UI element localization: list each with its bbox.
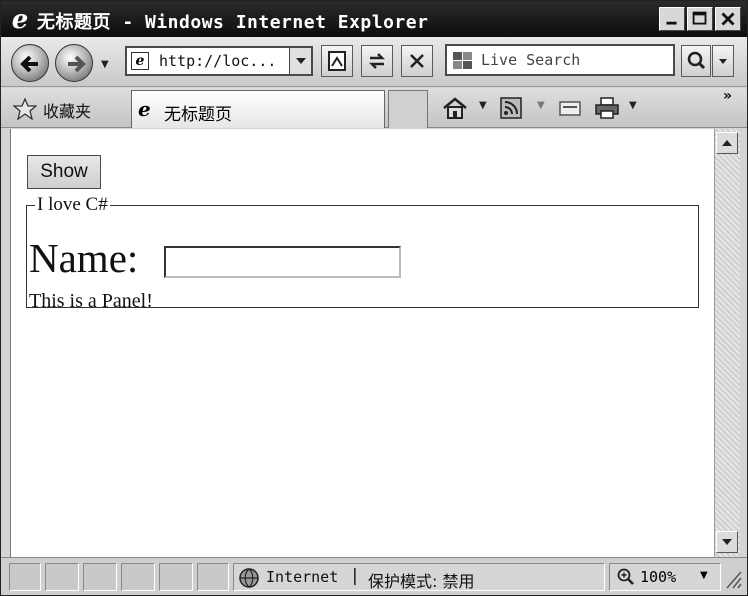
- address-dropdown-button[interactable]: [289, 48, 311, 74]
- status-separator: |: [352, 566, 358, 586]
- minimize-icon: [666, 21, 677, 25]
- print-dropdown-icon[interactable]: ▼: [629, 100, 637, 111]
- vertical-scrollbar[interactable]: [714, 129, 740, 557]
- mail-icon[interactable]: [557, 96, 583, 120]
- resize-grip-icon[interactable]: [723, 568, 743, 590]
- rss-feed-icon[interactable]: [499, 96, 523, 120]
- stop-icon: [410, 54, 424, 68]
- protected-mode-status: 保护模式: 禁用: [368, 572, 475, 591]
- refresh-button[interactable]: [361, 45, 393, 77]
- search-placeholder: Live Search: [481, 51, 581, 69]
- panel-legend: I love C#: [37, 194, 108, 215]
- address-url: http://loc...: [159, 52, 277, 70]
- page-favicon-icon: e: [131, 52, 149, 70]
- home-icon[interactable]: [441, 96, 469, 120]
- ie-logo-icon: e: [11, 5, 29, 35]
- tab-untitled-page[interactable]: e 无标题页: [131, 90, 385, 128]
- panel-groupbox: I love C# Name: This is a Panel!: [26, 194, 699, 312]
- status-cell: [45, 563, 79, 591]
- print-icon[interactable]: [593, 96, 621, 120]
- close-icon: [721, 12, 735, 26]
- status-bar: Internet | 保护模式: 禁用 100% ▼: [1, 557, 747, 595]
- name-input[interactable]: [164, 246, 401, 278]
- search-button[interactable]: [681, 45, 711, 77]
- zoom-control[interactable]: 100% ▼: [609, 563, 721, 591]
- forward-button[interactable]: [55, 44, 93, 82]
- chevron-down-icon: [719, 59, 727, 64]
- status-cell: [9, 563, 41, 591]
- ie-logo-icon: e: [138, 97, 151, 121]
- favorites-star-icon[interactable]: [13, 98, 37, 120]
- show-button[interactable]: Show: [27, 155, 101, 189]
- close-button[interactable]: [715, 7, 741, 31]
- back-button[interactable]: [11, 44, 49, 82]
- chevron-up-icon: [722, 140, 732, 146]
- minimize-button[interactable]: [659, 7, 685, 31]
- search-options-dropdown[interactable]: [712, 45, 734, 77]
- favorites-button[interactable]: 收藏夹: [43, 98, 91, 122]
- home-dropdown-icon[interactable]: ▼: [479, 100, 487, 111]
- tab-title: 无标题页: [164, 105, 232, 125]
- status-cell: [197, 563, 229, 591]
- zone-name: Internet: [266, 568, 339, 586]
- scroll-up-button[interactable]: [716, 132, 738, 154]
- zoom-magnifier-icon: [617, 568, 634, 585]
- chevron-down-icon: [296, 58, 306, 64]
- feed-dropdown-icon[interactable]: ▼: [537, 100, 545, 111]
- forward-arrow-icon: [68, 55, 86, 73]
- window-title: 无标题页 - Windows Internet Explorer: [37, 12, 429, 33]
- zoom-dropdown-icon[interactable]: ▼: [700, 570, 708, 581]
- ie-window: e 无标题页 - Windows Internet Explorer ▼ e h…: [0, 0, 748, 596]
- scroll-down-button[interactable]: [716, 531, 738, 553]
- status-cell: [159, 563, 193, 591]
- maximize-icon: [692, 11, 707, 25]
- address-bar[interactable]: e http://loc...: [125, 46, 313, 76]
- search-input[interactable]: Live Search: [445, 44, 675, 76]
- live-search-logo-icon: [453, 52, 472, 69]
- status-cell: [83, 563, 117, 591]
- search-icon: [687, 51, 706, 70]
- maximize-button[interactable]: [687, 7, 713, 31]
- back-arrow-icon: [20, 55, 38, 73]
- panel-text: This is a Panel!: [29, 290, 153, 312]
- security-zone[interactable]: Internet | 保护模式: 禁用: [233, 563, 605, 591]
- status-cell: [121, 563, 155, 591]
- name-label: Name:: [29, 235, 139, 281]
- compatibility-button[interactable]: [321, 45, 353, 77]
- history-dropdown-icon[interactable]: ▼: [101, 59, 109, 70]
- globe-icon: [239, 568, 259, 588]
- new-tab-button[interactable]: [388, 90, 428, 128]
- chevron-down-icon: [722, 539, 732, 545]
- page-icon: [328, 51, 346, 71]
- page-content: Show I love C# Name: This is a Panel!: [10, 129, 714, 557]
- stop-button[interactable]: [401, 45, 433, 77]
- favorites-bar: 收藏夹 e 无标题页 ▼ ▼ ▼ »: [1, 88, 747, 128]
- toolbar-overflow-chevron[interactable]: »: [723, 88, 732, 104]
- zoom-level: 100%: [640, 568, 677, 586]
- title-bar[interactable]: e 无标题页 - Windows Internet Explorer: [1, 1, 747, 37]
- refresh-icon: [368, 53, 386, 69]
